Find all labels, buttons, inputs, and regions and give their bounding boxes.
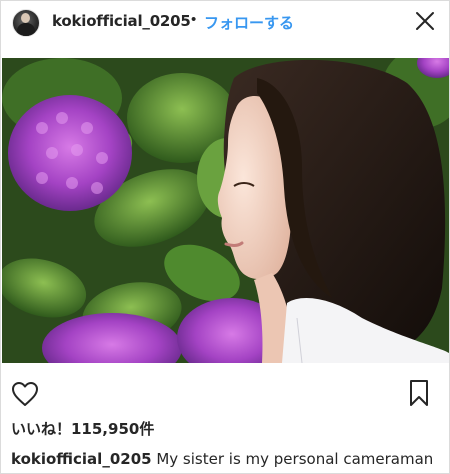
post-caption: kokiofficial_0205 My sister is my person… bbox=[11, 450, 433, 468]
separator-dot: • bbox=[191, 11, 197, 28]
post-image[interactable] bbox=[2, 58, 449, 363]
close-icon[interactable] bbox=[414, 10, 436, 32]
caption-username[interactable]: kokiofficial_0205 bbox=[11, 450, 152, 468]
caption-text: My sister is my personal cameraman bbox=[151, 450, 434, 468]
post-header: kokiofficial_0205 • フォローする bbox=[1, 1, 449, 41]
avatar-body bbox=[17, 23, 35, 36]
post-card: kokiofficial_0205 • フォローする いいね！115,950件 … bbox=[0, 0, 450, 474]
username-link[interactable]: kokiofficial_0205 bbox=[52, 12, 191, 30]
follow-button[interactable]: フォローする bbox=[204, 12, 294, 33]
heart-icon[interactable] bbox=[11, 381, 39, 407]
likes-count[interactable]: いいね！115,950件 bbox=[11, 418, 154, 439]
bookmark-icon[interactable] bbox=[408, 379, 430, 407]
avatar[interactable] bbox=[12, 9, 40, 37]
post-photo bbox=[2, 58, 449, 363]
avatar-head bbox=[21, 13, 30, 23]
